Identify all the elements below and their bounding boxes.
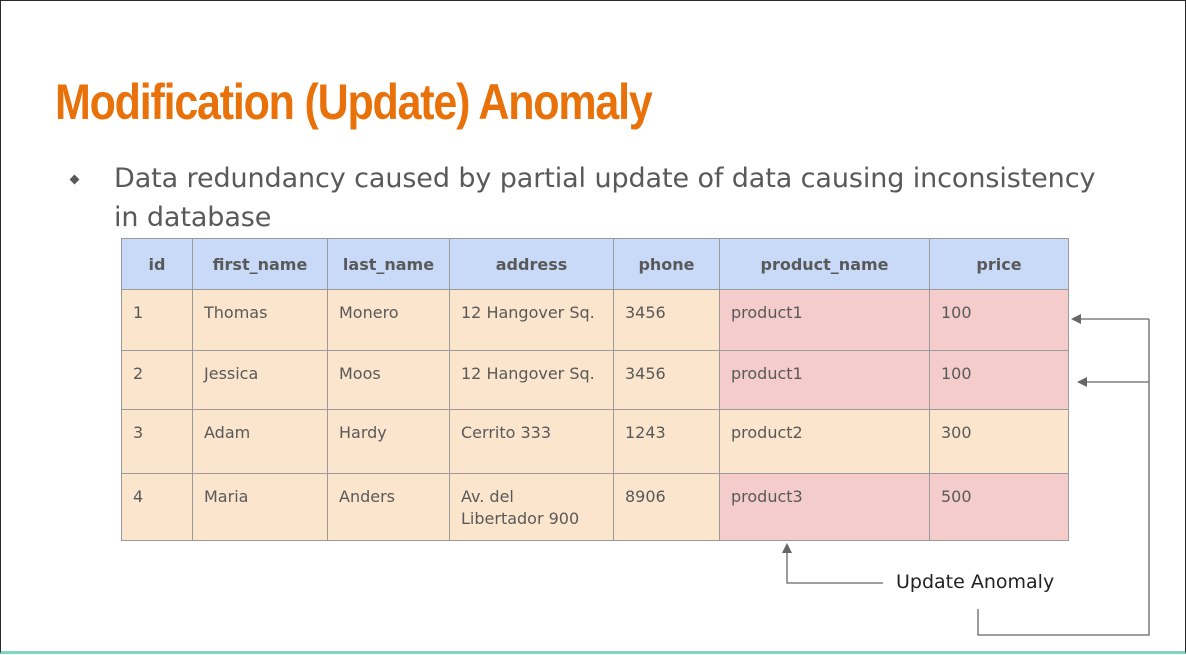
table-cell: product3 — [719, 473, 930, 541]
table-cell: 100 — [929, 289, 1069, 351]
column-header: address — [449, 238, 614, 290]
table-cell: 500 — [929, 473, 1069, 541]
diamond-bullet-icon — [69, 174, 80, 185]
table-row: 3 Adam Hardy Cerrito 333 1243 product2 3… — [121, 409, 1069, 474]
table-cell: Maria — [192, 473, 328, 541]
table-cell: 3456 — [613, 289, 720, 351]
slide: Modification (Update) Anomaly Data redun… — [0, 0, 1186, 654]
arrow-to-product-column — [782, 543, 883, 584]
table-cell: Cerrito 333 — [449, 409, 614, 474]
table-cell: 3 — [121, 409, 193, 474]
table-cell: 1243 — [613, 409, 720, 474]
table-cell: Av. del Libertador 900 — [449, 473, 614, 541]
table-cell: product1 — [719, 350, 930, 410]
column-header: phone — [613, 238, 720, 290]
table-cell: Adam — [192, 409, 328, 474]
update-anomaly-label: Update Anomaly — [896, 571, 1055, 593]
table-cell: Jessica — [192, 350, 328, 410]
table-cell: Hardy — [327, 409, 450, 474]
table-cell: Anders — [327, 473, 450, 541]
table-cell: Moos — [327, 350, 450, 410]
table-row: 1 Thomas Monero 12 Hangover Sq. 3456 pro… — [121, 289, 1069, 351]
table-cell: 1 — [121, 289, 193, 351]
column-header: price — [929, 238, 1069, 290]
table-cell: 12 Hangover Sq. — [449, 289, 614, 351]
data-table: id first_name last_name address phone pr… — [121, 238, 1069, 541]
table-cell: product1 — [719, 289, 930, 351]
table-cell: 3456 — [613, 350, 720, 410]
table-cell: 4 — [121, 473, 193, 541]
table-cell: Monero — [327, 289, 450, 351]
column-header: first_name — [192, 238, 328, 290]
column-header: product_name — [719, 238, 930, 290]
table-cell: 8906 — [613, 473, 720, 541]
table-header-row: id first_name last_name address phone pr… — [121, 238, 1069, 290]
column-header: id — [121, 238, 193, 290]
table-cell: 12 Hangover Sq. — [449, 350, 614, 410]
table-cell: 300 — [929, 409, 1069, 474]
table-cell: product2 — [719, 409, 930, 474]
slide-title: Modification (Update) Anomaly — [55, 74, 653, 130]
column-header: last_name — [327, 238, 450, 290]
table-cell: 2 — [121, 350, 193, 410]
table-row: 4 Maria Anders Av. del Libertador 900 890… — [121, 473, 1069, 541]
table-cell: 100 — [929, 350, 1069, 410]
table-row: 2 Jessica Moos 12 Hangover Sq. 3456 prod… — [121, 350, 1069, 410]
bullet-text: Data redundancy caused by partial update… — [114, 163, 1096, 233]
table-cell: Thomas — [192, 289, 328, 351]
